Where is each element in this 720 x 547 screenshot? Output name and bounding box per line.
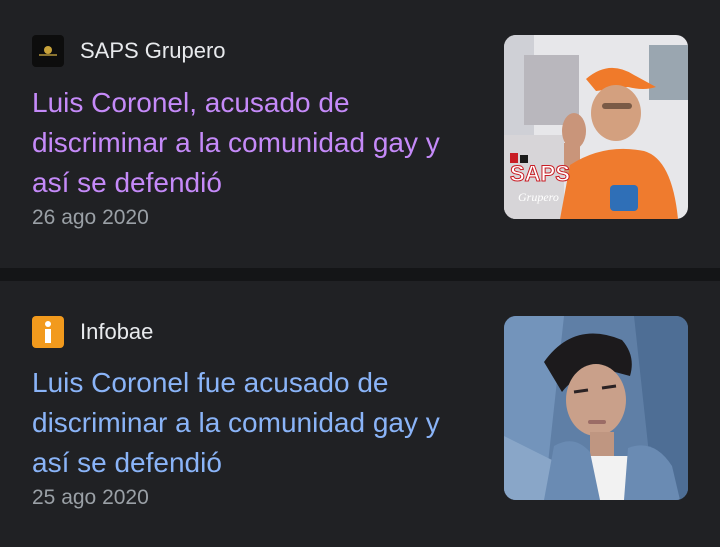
article-date: 25 ago 2020 <box>32 486 149 509</box>
article-thumbnail[interactable] <box>504 316 688 500</box>
source-name: SAPS Grupero <box>80 38 226 63</box>
card-divider <box>0 268 720 281</box>
saps-grupero-logo-icon <box>32 35 64 67</box>
article-title-link[interactable]: Luis Coronel, acusado de discriminar a l… <box>32 83 472 203</box>
source-name: Infobae <box>80 319 154 344</box>
source-row: SAPS Grupero <box>32 35 226 67</box>
svg-text:SAPS: SAPS <box>510 161 570 186</box>
article-title-link[interactable]: Luis Coronel fue acusado de discriminar … <box>32 363 472 483</box>
source-row: Infobae <box>32 316 153 348</box>
infobae-logo-icon <box>32 316 64 348</box>
article-thumbnail[interactable]: SAPS Grupero <box>504 35 688 219</box>
article-date: 26 ago 2020 <box>32 206 149 229</box>
svg-text:Grupero: Grupero <box>518 190 559 204</box>
